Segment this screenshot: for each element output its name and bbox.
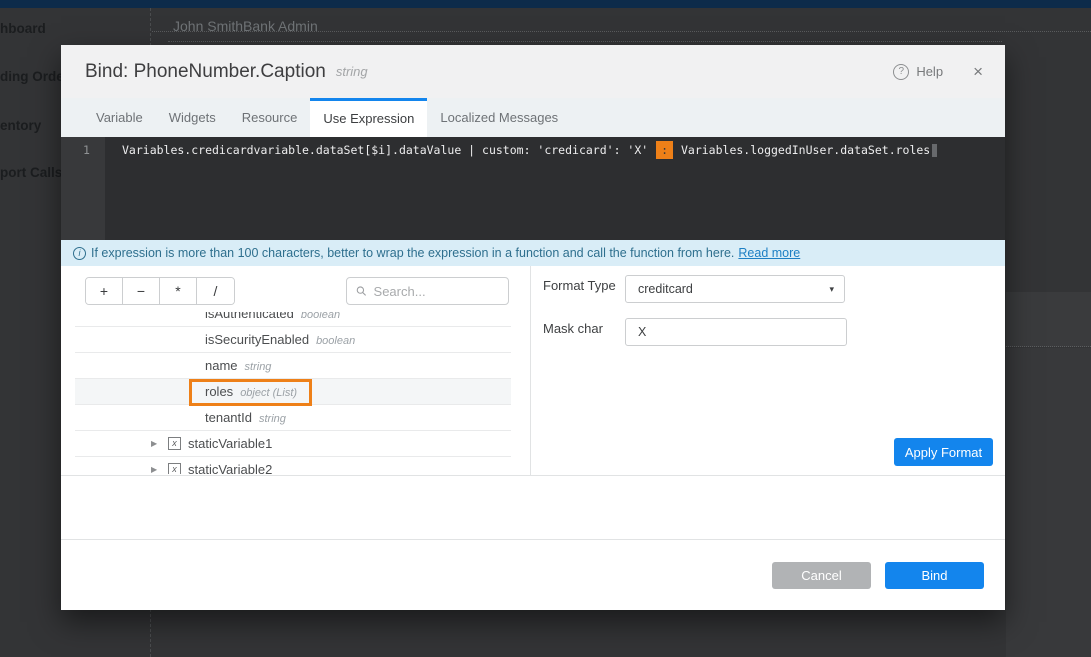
format-type-select[interactable]: creditcard ▾ <box>625 275 845 303</box>
node-name: isSecurityEnabled <box>205 332 309 347</box>
text-cursor <box>932 144 937 157</box>
search-box[interactable] <box>346 277 509 305</box>
tab-widgets[interactable]: Widgets <box>156 98 229 137</box>
dialog-spacer <box>61 476 1005 540</box>
sidebar-item[interactable]: entory <box>0 118 41 133</box>
sidebar-item[interactable]: port Calls <box>0 165 62 180</box>
dialog-header: Bind: PhoneNumber.Caption string ? Help … <box>61 45 1005 98</box>
variable-icon: x <box>168 463 181 474</box>
tab-variable[interactable]: Variable <box>83 98 156 137</box>
panel-divider <box>530 266 531 475</box>
chevron-down-icon: ▾ <box>829 276 834 302</box>
expression-code[interactable]: Variables.credicardvariable.dataSet[$i].… <box>122 143 937 157</box>
operator-button[interactable]: + <box>86 278 123 304</box>
expression-editor[interactable]: 1 Variables.credicardvariable.dataSet[$i… <box>61 137 1005 240</box>
variable-tree: isAuthenticated boolean isSecurityEnabled b… <box>75 312 511 474</box>
operator-button[interactable]: / <box>197 278 234 304</box>
sidebar-item[interactable]: ding Order <box>0 69 69 84</box>
canvas-widget-outline <box>1006 292 1091 347</box>
variable-icon: x <box>168 437 181 450</box>
dialog-type-label: string <box>336 64 368 79</box>
bind-dialog: Bind: PhoneNumber.Caption string ? Help … <box>61 45 1005 610</box>
tab-localized-messages[interactable]: Localized Messages <box>427 98 571 137</box>
node-type: boolean <box>301 312 340 321</box>
tree-item-staticVariable2[interactable]: ▶ x staticVariable2 <box>75 457 511 474</box>
help-icon[interactable]: ? <box>893 64 909 80</box>
node-type: boolean <box>316 335 355 347</box>
node-type: object (List) <box>240 387 297 399</box>
node-name: staticVariable2 <box>188 462 272 474</box>
operator-button[interactable]: − <box>123 278 160 304</box>
info-text: If expression is more than 100 character… <box>91 246 734 260</box>
mask-char-label: Mask char <box>543 321 603 336</box>
tree-item-roles[interactable]: roles object (List) <box>75 379 511 405</box>
tree-item-staticVariable1[interactable]: ▶ x staticVariable1 <box>75 431 511 457</box>
expand-arrow-icon[interactable]: ▶ <box>151 457 157 474</box>
info-banner: i If expression is more than 100 charact… <box>61 240 1005 266</box>
tree-item-isAuthenticated[interactable]: isAuthenticated boolean <box>75 312 511 327</box>
code-after: Variables.loggedInUser.dataSet.roles <box>674 143 930 157</box>
mask-char-input[interactable] <box>625 318 847 346</box>
canvas-dotted-line <box>168 41 1002 42</box>
format-type-value: creditcard <box>638 276 693 302</box>
tab-use-expression[interactable]: Use Expression <box>310 98 427 137</box>
tree-item-isSecurityEnabled[interactable]: isSecurityEnabled boolean <box>75 327 511 353</box>
help-button[interactable]: Help <box>916 64 943 79</box>
operator-button-group: +−*/ <box>85 277 235 305</box>
node-type: string <box>245 361 272 373</box>
dialog-body: +−*/ isAuthenticatedbooleanisSecurityEna… <box>61 266 1005 476</box>
node-name: tenantId <box>205 410 252 425</box>
read-more-link[interactable]: Read more <box>738 246 800 260</box>
dialog-title: Bind: PhoneNumber.Caption <box>85 61 326 83</box>
cancel-button[interactable]: Cancel <box>772 562 871 589</box>
apply-format-button[interactable]: Apply Format <box>894 438 993 466</box>
dialog-footer: Cancel Bind <box>61 540 1005 609</box>
tree-item-name[interactable]: name string <box>75 353 511 379</box>
dialog-tabs: VariableWidgetsResourceUse ExpressionLoc… <box>61 98 1005 137</box>
tab-resource[interactable]: Resource <box>229 98 311 137</box>
canvas-widget-outline <box>1006 348 1091 657</box>
app-top-navy-bar <box>0 0 1091 8</box>
line-number: 1 <box>83 143 90 157</box>
tree-item-tenantId[interactable]: tenantId string <box>75 405 511 431</box>
node-name: isAuthenticated <box>205 312 294 321</box>
search-icon <box>356 285 367 297</box>
close-icon[interactable]: × <box>973 62 983 82</box>
search-input[interactable] <box>374 284 499 299</box>
info-icon: i <box>73 247 86 260</box>
highlighted-colon: : <box>656 141 673 159</box>
operator-button[interactable]: * <box>160 278 197 304</box>
code-before: Variables.credicardvariable.dataSet[$i].… <box>122 143 655 157</box>
sidebar-item[interactable]: hboard <box>0 21 46 36</box>
format-type-label: Format Type <box>543 278 616 293</box>
user-label: John SmithBank Admin <box>173 18 318 34</box>
node-type: string <box>259 413 286 425</box>
orange-highlight-box: roles object (List) <box>189 379 312 406</box>
node-name: name <box>205 358 238 373</box>
node-name: staticVariable1 <box>188 436 272 451</box>
expand-arrow-icon[interactable]: ▶ <box>151 431 157 456</box>
bind-button[interactable]: Bind <box>885 562 984 589</box>
node-name: roles <box>205 384 233 399</box>
